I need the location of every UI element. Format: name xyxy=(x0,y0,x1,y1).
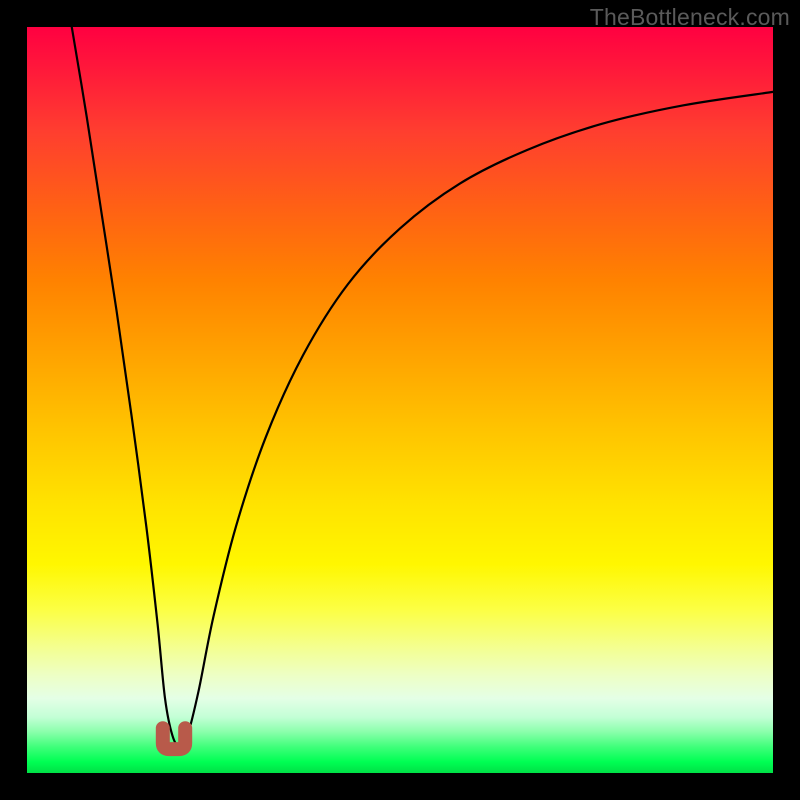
watermark-text: TheBottleneck.com xyxy=(590,4,790,31)
chart-frame: TheBottleneck.com xyxy=(0,0,800,800)
chart-svg xyxy=(27,27,773,773)
chart-plot-area xyxy=(27,27,773,773)
bottleneck-curve xyxy=(72,27,773,747)
